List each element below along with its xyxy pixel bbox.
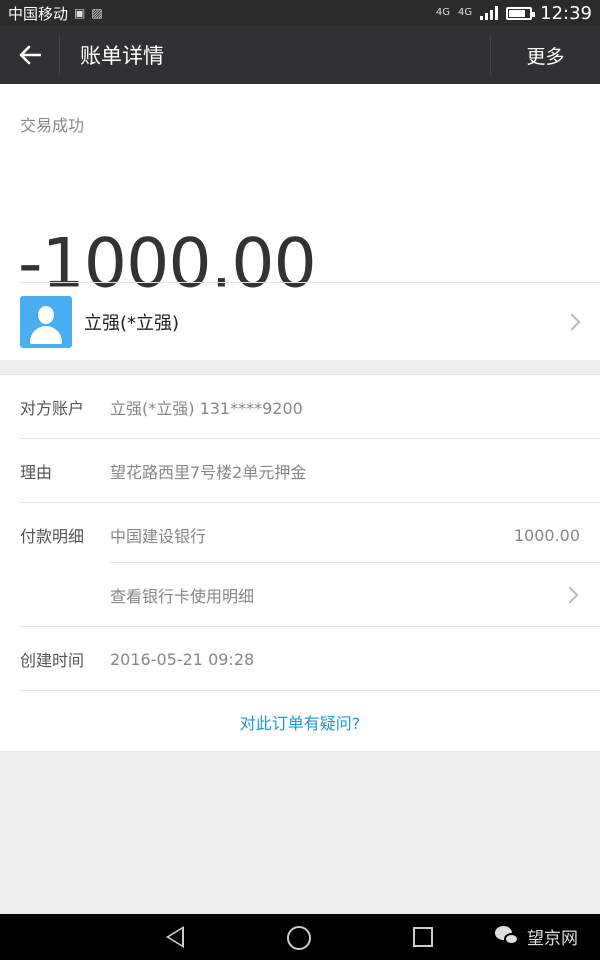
arrow-left-icon (19, 45, 41, 65)
watermark-text: 望京网 (527, 929, 578, 949)
detail-label: 理由 (20, 463, 53, 482)
network-type-1: 4G (435, 7, 450, 18)
carrier-name: 中国移动 (8, 4, 69, 23)
transaction-details: 对方账户 立强(*立强) 131****9200 理由 望花路西里7号楼2单元押… (0, 374, 600, 752)
status-bar: 中国移动 ▣ ▨ 4G 4G 12:39 (0, 0, 600, 26)
title-bar: 账单详情 更多 (0, 26, 600, 84)
nav-recent-apps-icon[interactable] (413, 927, 433, 947)
sim-icon: ▣ (74, 6, 86, 20)
network-type-2: 4G (458, 7, 473, 18)
more-button[interactable]: 更多 (490, 35, 600, 75)
nav-home-icon[interactable] (287, 926, 311, 950)
contact-name: 立强(*立强) (84, 312, 180, 334)
detail-value: 立强(*立强) 131****9200 (110, 399, 303, 418)
payment-amount: 1000.00 (513, 525, 580, 545)
detail-label: 对方账户 (20, 399, 85, 418)
transaction-summary: 交易成功 -1000.00 立强(*立强) (0, 84, 600, 360)
detail-value: 2016-05-21 09:28 (110, 649, 255, 669)
image-notification-icon: ▨ (91, 6, 103, 20)
transaction-status: 交易成功 (20, 116, 85, 135)
status-right: 4G 4G 12:39 (436, 3, 592, 24)
nav-back-icon[interactable] (166, 926, 184, 948)
watermark: 望京网 (495, 924, 578, 949)
view-card-details-row[interactable]: 查看银行卡使用明细 (0, 563, 600, 627)
detail-label: 付款明细 (20, 527, 85, 546)
detail-row-created: 创建时间 2016-05-21 09:28 (0, 627, 600, 691)
detail-row-account: 对方账户 立强(*立强) 131****9200 (0, 375, 600, 439)
signal-icon (480, 6, 499, 20)
battery-icon (506, 6, 536, 20)
chevron-right-icon (561, 586, 579, 604)
page-title: 账单详情 (80, 44, 164, 68)
detail-row-payment: 付款明细 中国建设银行 1000.00 (0, 503, 600, 567)
chevron-right-icon (563, 313, 581, 330)
detail-value: 望花路西里7号楼2单元押金 (110, 463, 307, 482)
detail-label: 创建时间 (20, 651, 85, 670)
order-question-link[interactable]: 对此订单有疑问? (0, 691, 600, 753)
navigation-bar: 望京网 (0, 914, 600, 960)
detail-value: 中国建设银行 (110, 527, 207, 546)
contact-row[interactable]: 立强(*立强) (0, 283, 600, 360)
wechat-icon (495, 925, 521, 948)
clock: 12:39 (540, 2, 592, 24)
avatar (20, 295, 72, 348)
back-button[interactable] (0, 35, 60, 75)
detail-row-reason: 理由 望花路西里7号楼2单元押金 (0, 439, 600, 503)
view-card-details-link[interactable]: 查看银行卡使用明细 (110, 583, 254, 607)
